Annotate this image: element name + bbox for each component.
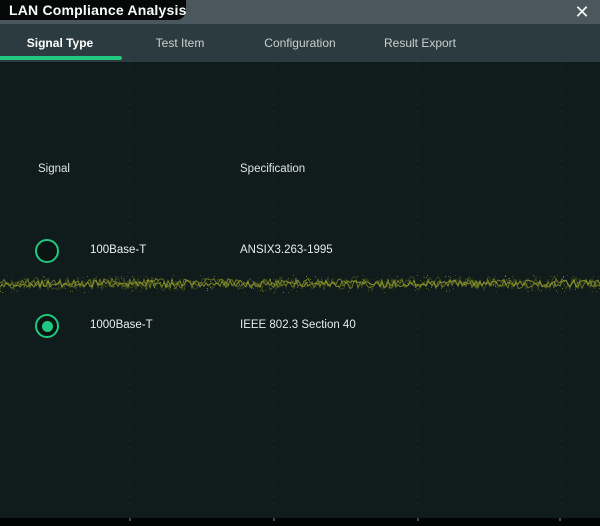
lan-compliance-dialog: Signal Specification 100Base-T ANSIX3.26… [0, 0, 600, 526]
signal-label: 100Base-T [90, 244, 146, 256]
graticule-line [273, 62, 274, 510]
dialog-content: Signal Specification 100Base-T ANSIX3.26… [0, 62, 600, 518]
signal-column-header: Signal [38, 163, 70, 175]
signal-label: 1000Base-T [90, 319, 153, 331]
specification-column-header: Specification [240, 163, 305, 175]
dialog-title-plate: LAN Compliance Analysis [0, 0, 186, 20]
radio-dot [42, 321, 53, 332]
specification-label: ANSIX3.263-1995 [240, 244, 333, 256]
signal-row-1000base-t[interactable]: 1000Base-T IEEE 802.3 Section 40 [0, 303, 600, 349]
tab-test-item[interactable]: Test Item [120, 24, 240, 62]
tab-configuration[interactable]: Configuration [240, 24, 360, 62]
graticule-line [561, 62, 562, 510]
tab-result-export[interactable]: Result Export [360, 24, 480, 62]
bottom-bezel [0, 518, 600, 526]
dialog-titlebar: LAN Compliance Analysis ✕ [0, 0, 600, 24]
graticule-tick [129, 518, 131, 521]
close-icon[interactable]: ✕ [568, 0, 596, 24]
specification-label: IEEE 802.3 Section 40 [240, 319, 356, 331]
graticule-line [417, 62, 418, 510]
graticule-tick [417, 518, 419, 521]
dialog-title: LAN Compliance Analysis [9, 2, 187, 18]
graticule-line [129, 62, 130, 510]
tab-signal-type[interactable]: Signal Type [0, 24, 120, 62]
radio-button-100base-t[interactable] [35, 239, 59, 263]
graticule-tick [559, 518, 561, 521]
signal-row-100base-t[interactable]: 100Base-T ANSIX3.263-1995 [0, 228, 600, 274]
radio-button-1000base-t[interactable] [35, 314, 59, 338]
dialog-tabbar: Signal Type Test Item Configuration Resu… [0, 24, 600, 62]
graticule-tick [273, 518, 275, 521]
